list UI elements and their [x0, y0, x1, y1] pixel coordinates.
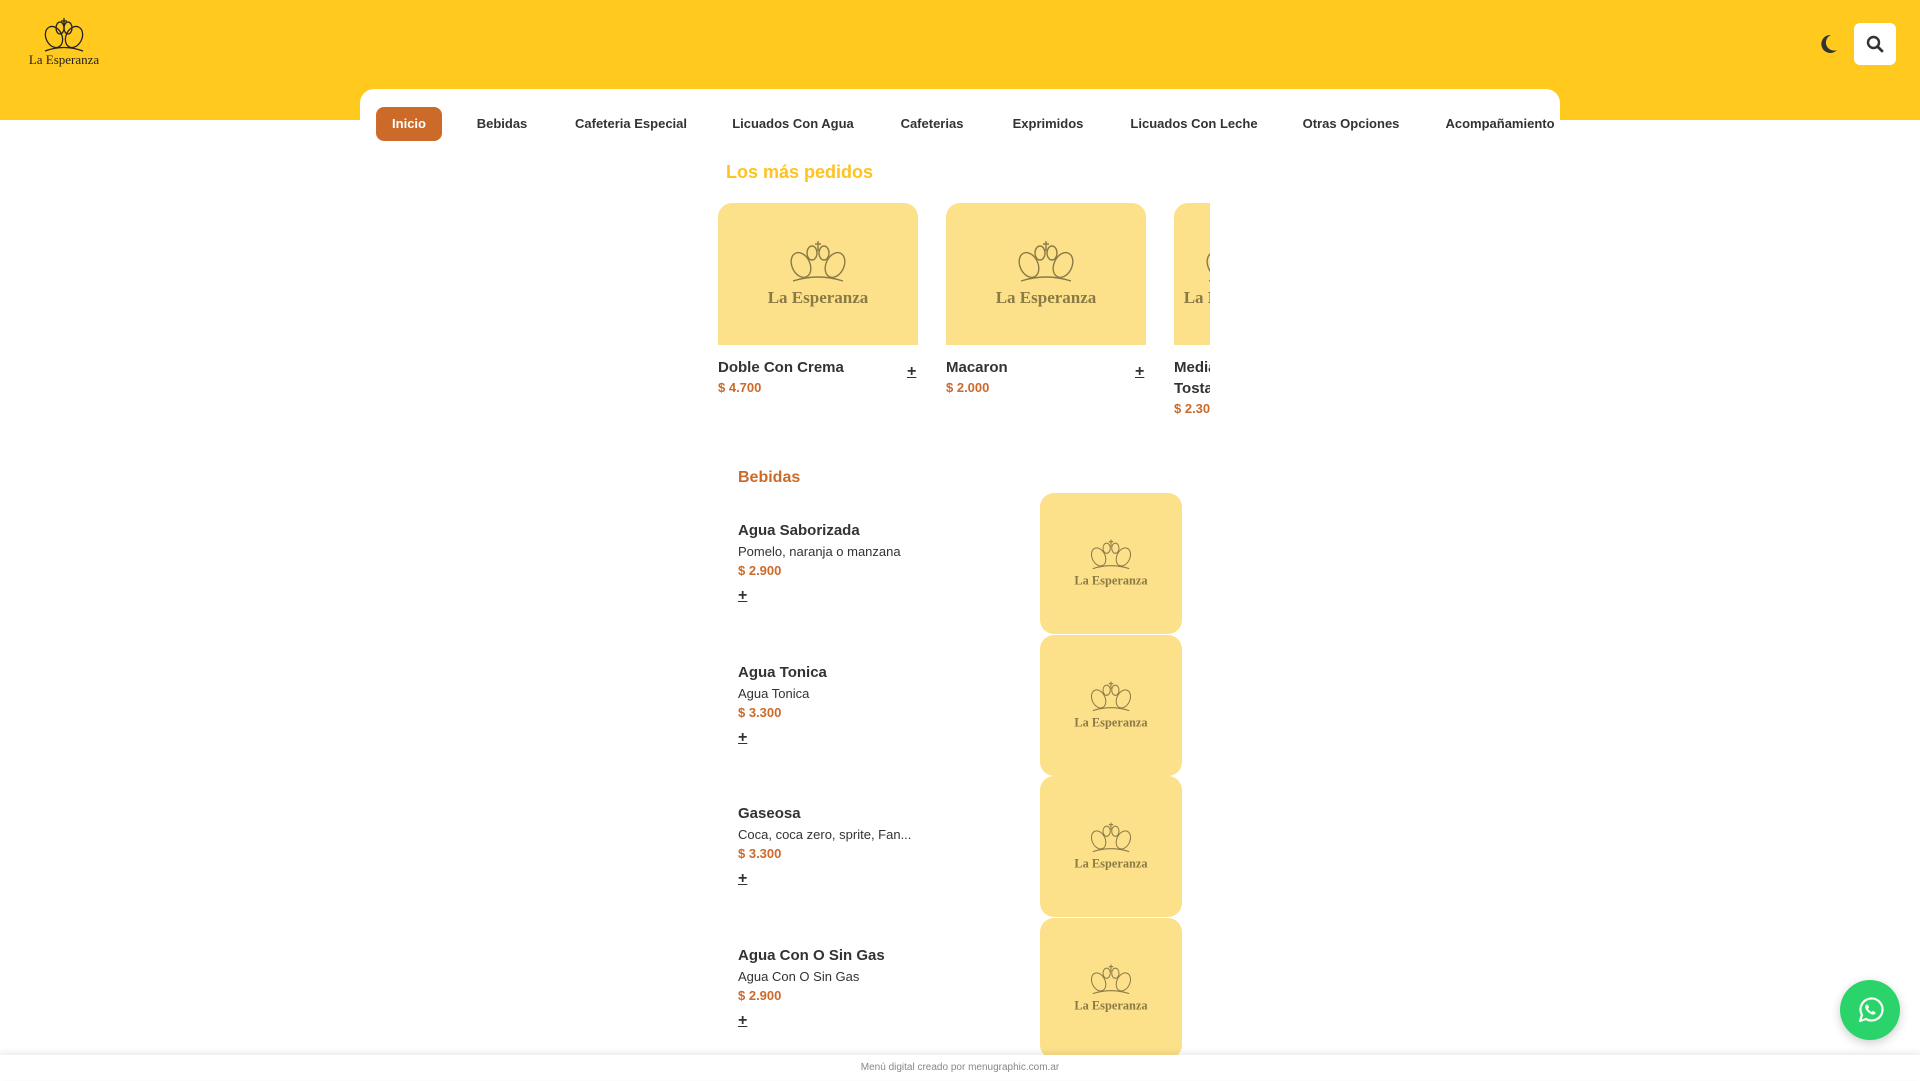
item-description: Pomelo, naranja o manzana [738, 544, 901, 559]
item-description: Agua Con O Sin Gas [738, 969, 860, 984]
product-image: La Esperanza [1174, 203, 1210, 345]
logo-placeholder-icon: La Esperanza [1074, 681, 1148, 730]
svg-text:La Esperanza: La Esperanza [1074, 999, 1147, 1013]
logo-placeholder-icon: La Esperanza [1184, 251, 1210, 307]
product-price: $ 4.700 [718, 380, 762, 395]
tab-cafeterias[interactable]: Cafeterias [885, 107, 980, 141]
logo-placeholder-icon: La Esperanza [1074, 964, 1148, 1013]
add-button[interactable]: + [738, 1012, 747, 1030]
product-image: La Esperanza [718, 203, 918, 345]
add-button[interactable]: + [1135, 363, 1144, 381]
tab-inicio[interactable]: Inicio [376, 107, 442, 141]
tab-exprimidos[interactable]: Exprimidos [997, 107, 1100, 141]
tab-otras-opciones[interactable]: Otras Opciones [1287, 107, 1416, 141]
search-icon [1866, 35, 1884, 53]
svg-text:La Esperanza: La Esperanza [1074, 716, 1147, 730]
product-price: $ 2.30 [1174, 401, 1210, 416]
item-description: Coca, coca zero, sprite, Fan... [738, 827, 912, 842]
product-name: Media Tosta [1174, 359, 1210, 397]
svg-text:La Esperanza: La Esperanza [1074, 857, 1147, 871]
category-title: Bebidas [738, 469, 801, 486]
menu-item[interactable]: Gaseosa Coca, coca zero, sprite, Fan... … [738, 776, 1182, 918]
featured-card[interactable]: La Esperanza Macaron $ 2.000 + [946, 203, 1146, 395]
footer: Menú digital creado por menugraphic.com.… [0, 1055, 1920, 1080]
logo-placeholder-icon: La Esperanza [768, 241, 869, 307]
menu-item[interactable]: Agua Tonica Agua Tonica $ 3.300 + La Esp… [738, 635, 1182, 777]
moon-icon[interactable] [1816, 32, 1840, 56]
item-image: La Esperanza [1040, 918, 1182, 1059]
item-image: La Esperanza [1040, 635, 1182, 776]
item-price: $ 2.900 [738, 988, 782, 1003]
featured-card[interactable]: La Esperanza Doble Con Crema $ 4.700 + [718, 203, 918, 395]
logo-placeholder-icon: La Esperanza [996, 241, 1097, 307]
featured-card-partial[interactable]: La Esperanza Media Tosta $ 2.30 [1174, 203, 1210, 423]
search-button[interactable] [1854, 23, 1896, 65]
item-image: La Esperanza [1040, 493, 1182, 634]
tab-licuados-con-agua[interactable]: Licuados Con Agua [716, 107, 870, 141]
item-price: $ 2.900 [738, 563, 782, 578]
featured-title: Los más pedidos [726, 162, 874, 182]
svg-text:La Esperanza: La Esperanza [768, 288, 869, 307]
add-button[interactable]: + [907, 363, 916, 381]
tab-licuados-con-leche[interactable]: Licuados Con Leche [1114, 107, 1273, 141]
svg-text:La Esperanza: La Esperanza [1074, 574, 1147, 588]
menu-item[interactable]: Agua Saborizada Pomelo, naranja o manzan… [738, 493, 1182, 635]
item-name: Gaseosa [738, 805, 801, 822]
product-image: La Esperanza [946, 203, 1146, 345]
whatsapp-button[interactable] [1840, 980, 1900, 1040]
logo-placeholder-icon: La Esperanza [1074, 822, 1148, 871]
item-description: Agua Tonica [738, 686, 810, 701]
item-price: $ 3.300 [738, 846, 782, 861]
item-name: Agua Tonica [738, 664, 827, 681]
tab-bebidas[interactable]: Bebidas [461, 107, 544, 141]
item-price: $ 3.300 [738, 705, 782, 720]
product-name: Macaron [946, 359, 1008, 376]
product-name: Doble Con Crema [718, 359, 844, 376]
logo-text: La Esperanza [28, 52, 100, 67]
crown-logo-icon [44, 18, 84, 52]
svg-text:La Esperanza: La Esperanza [1184, 288, 1210, 307]
item-name: Agua Saborizada [738, 522, 860, 539]
category-nav: Inicio Bebidas Cafeteria Especial Licuad… [360, 89, 1560, 149]
menu-item[interactable]: Agua Con O Sin Gas Agua Con O Sin Gas $ … [738, 918, 1182, 1060]
whatsapp-icon [1858, 997, 1884, 1023]
logo[interactable]: La Esperanza [22, 16, 106, 72]
add-button[interactable]: + [738, 870, 747, 888]
tab-acompanamiento[interactable]: Acompañamiento [1429, 107, 1570, 141]
svg-text:La Esperanza: La Esperanza [996, 288, 1097, 307]
add-button[interactable]: + [738, 587, 747, 605]
add-button[interactable]: + [738, 729, 747, 747]
item-image: La Esperanza [1040, 776, 1182, 917]
logo-placeholder-icon: La Esperanza [1074, 539, 1148, 588]
product-price: $ 2.000 [946, 380, 990, 395]
tab-cafeteria-especial[interactable]: Cafeteria Especial [559, 107, 703, 141]
item-name: Agua Con O Sin Gas [738, 947, 885, 964]
